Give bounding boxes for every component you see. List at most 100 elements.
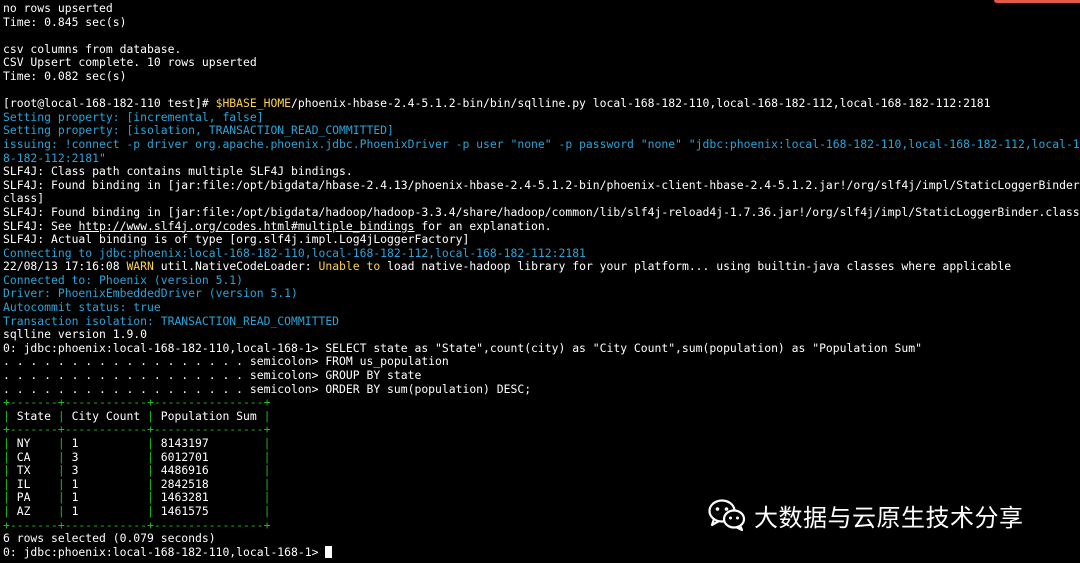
terminal-text: 2842518 <box>160 477 257 491</box>
terminal-text: | <box>256 437 271 450</box>
terminal-text: AZ <box>16 504 52 518</box>
terminal-line: no rows upserted <box>3 2 1080 16</box>
terminal-text: for an explanation. <box>414 219 552 233</box>
terminal-text: | <box>256 464 271 478</box>
watermark: 大数据与云原生技术分享 <box>708 496 1024 534</box>
terminal-text: sqlline version 1.9.0 <box>3 328 148 342</box>
terminal-line: 22/08/13 17:16:08 WARN util.NativeCodeLo… <box>3 260 1080 274</box>
terminal-text: | <box>256 477 271 491</box>
terminal-text: | <box>256 450 271 464</box>
terminal-text: Time: 0.845 sec(s) <box>3 15 127 29</box>
terminal-text: +-------+------------+----------------+ <box>3 396 271 410</box>
terminal-line: Time: 0.845 sec(s) <box>3 16 1080 30</box>
terminal-text: Connected to: Phoenix (version 5.1) <box>3 273 244 287</box>
terminal-line: 0: jdbc:phoenix:local-168-182-110,local-… <box>3 342 1080 356</box>
terminal-text: 22/08/13 17:16:08 <box>3 260 127 274</box>
terminal-text: | <box>140 464 161 478</box>
terminal-line: Connecting to jdbc:phoenix:local-168-182… <box>3 247 1080 261</box>
terminal-line: +-------+------------+----------------+ <box>3 423 1080 437</box>
watermark-text: 大数据与云原生技术分享 <box>754 503 1024 532</box>
terminal-text: | <box>140 409 161 423</box>
terminal-text: | <box>140 491 161 505</box>
terminal-link[interactable]: http://www.slf4j.org/codes.html#multiple… <box>78 220 414 233</box>
terminal-text: | <box>51 409 72 423</box>
terminal-text: no rows upserted <box>3 2 113 15</box>
terminal-text: +-------+------------+----------------+ <box>3 423 271 437</box>
terminal-line: SLF4J: Found binding in [jar:file:/opt/b… <box>3 179 1080 193</box>
terminal-text: 8-182-112:2181" <box>3 151 106 165</box>
terminal-output[interactable]: no rows upserted Time: 0.845 sec(s) csv co… <box>3 2 1080 559</box>
terminal-text: SLF4J: Actual binding is of type [org.sl… <box>3 233 470 247</box>
terminal-text: | <box>3 504 17 518</box>
terminal-text: /phoenix-hbase-2.4-5.1.2-bin/bin/sqlline… <box>291 97 991 111</box>
terminal-line: sqlline version 1.9.0 <box>3 328 1080 342</box>
terminal-text: 1 <box>71 491 141 505</box>
terminal-text: SLF4J: See <box>3 219 79 233</box>
terminal-text: 0: jdbc:phoenix:local-168-182-110,local-… <box>3 341 922 355</box>
terminal-text: Setting property: [isolation, TRANSACTIO… <box>3 124 394 138</box>
terminal-line: Setting property: [incremental, false] <box>3 111 1080 125</box>
terminal-text: Population Sum <box>160 409 257 423</box>
terminal-line: SLF4J: Found binding in [jar:file:/opt/b… <box>3 206 1080 220</box>
terminal-text: | <box>256 504 271 518</box>
terminal-line: | CA | 3 | 6012701 | <box>3 451 1080 465</box>
terminal-line: Connected to: Phoenix (version 5.1) <box>3 274 1080 288</box>
terminal-line: CSV Upsert complete. 10 rows upserted <box>3 56 1080 70</box>
terminal-line: Setting property: [isolation, TRANSACTIO… <box>3 124 1080 138</box>
wechat-icon <box>708 498 746 532</box>
terminal-text: $HBASE_HOME <box>215 97 292 111</box>
terminal-text: 3 <box>71 464 141 478</box>
terminal-text: csv columns from database. <box>3 42 182 56</box>
terminal-text: | <box>3 491 17 505</box>
terminal-text: | <box>51 464 72 478</box>
terminal-line: class] <box>3 192 1080 206</box>
terminal-line: [root@local-168-182-110 test]# $HBASE_HO… <box>3 97 1080 111</box>
terminal-text: 1463281 <box>160 491 257 505</box>
terminal-line: 8-182-112:2181" <box>3 152 1080 166</box>
terminal-line: SLF4J: Actual binding is of type [org.sl… <box>3 233 1080 247</box>
terminal-line: issuing: !connect -p driver org.apache.p… <box>3 138 1080 152</box>
terminal-text: | <box>51 477 72 491</box>
terminal-text: 8143197 <box>160 437 257 450</box>
terminal-text: Driver: PhoenixEmbeddedDriver (version 5… <box>3 287 298 301</box>
terminal-text: 4486916 <box>160 464 257 478</box>
terminal-line: | IL | 1 | 2842518 | <box>3 478 1080 492</box>
terminal-text: 6012701 <box>160 450 257 464</box>
terminal-line: | NY | 1 | 8143197 | <box>3 437 1080 451</box>
terminal-line: Autocommit status: true <box>3 301 1080 315</box>
terminal-line: SLF4J: See http://www.slf4j.org/codes.ht… <box>3 220 1080 234</box>
terminal-text: Setting property: [incremental, false] <box>3 110 264 124</box>
terminal-text: | <box>51 491 72 505</box>
terminal-line: . . . . . . . . . . . . . . . . . . semi… <box>3 355 1080 369</box>
terminal-text: CA <box>16 450 52 464</box>
terminal-text: | <box>3 437 17 450</box>
terminal-text: | <box>3 464 17 478</box>
terminal-line: . . . . . . . . . . . . . . . . . . semi… <box>3 369 1080 383</box>
terminal-text: | <box>3 450 17 464</box>
terminal-text: WARN <box>126 260 154 274</box>
terminal-text: issuing: !connect -p driver org.apache.p… <box>3 137 1080 151</box>
terminal-text: | <box>256 409 271 423</box>
terminal-text: Transaction isolation: TRANSACTION_READ_… <box>3 314 340 328</box>
terminal-text: . . . . . . . . . . . . . . . . . . semi… <box>3 355 449 369</box>
terminal-text: Unable to <box>318 260 381 274</box>
terminal-cursor <box>325 545 333 558</box>
terminal-text: Time: 0.082 sec(s) <box>3 69 127 83</box>
terminal-text: | <box>51 504 72 518</box>
terminal-text: | <box>256 491 271 505</box>
terminal-text: 6 rows selected (0.079 seconds) <box>3 532 216 546</box>
terminal-line: 6 rows selected (0.079 seconds) <box>3 532 1080 546</box>
terminal-text: util.NativeCodeLoader: <box>153 260 319 274</box>
terminal-text: City Count <box>71 409 141 423</box>
terminal-line: . . . . . . . . . . . . . . . . . . semi… <box>3 383 1080 397</box>
terminal-text: load native-hadoop library for your plat… <box>380 260 1012 274</box>
terminal-text: SLF4J: Class path contains multiple SLF4… <box>3 165 353 179</box>
terminal-text: [root@local-168-182-110 test]# <box>3 97 216 111</box>
terminal-line: 0: jdbc:phoenix:local-168-182-110,local-… <box>3 545 1080 560</box>
terminal-text: | <box>3 477 17 491</box>
terminal-line: Time: 0.082 sec(s) <box>3 70 1080 84</box>
terminal-line: SLF4J: Class path contains multiple SLF4… <box>3 165 1080 179</box>
terminal-text: Autocommit status: true <box>3 301 161 315</box>
terminal-text: 1 <box>71 477 141 491</box>
